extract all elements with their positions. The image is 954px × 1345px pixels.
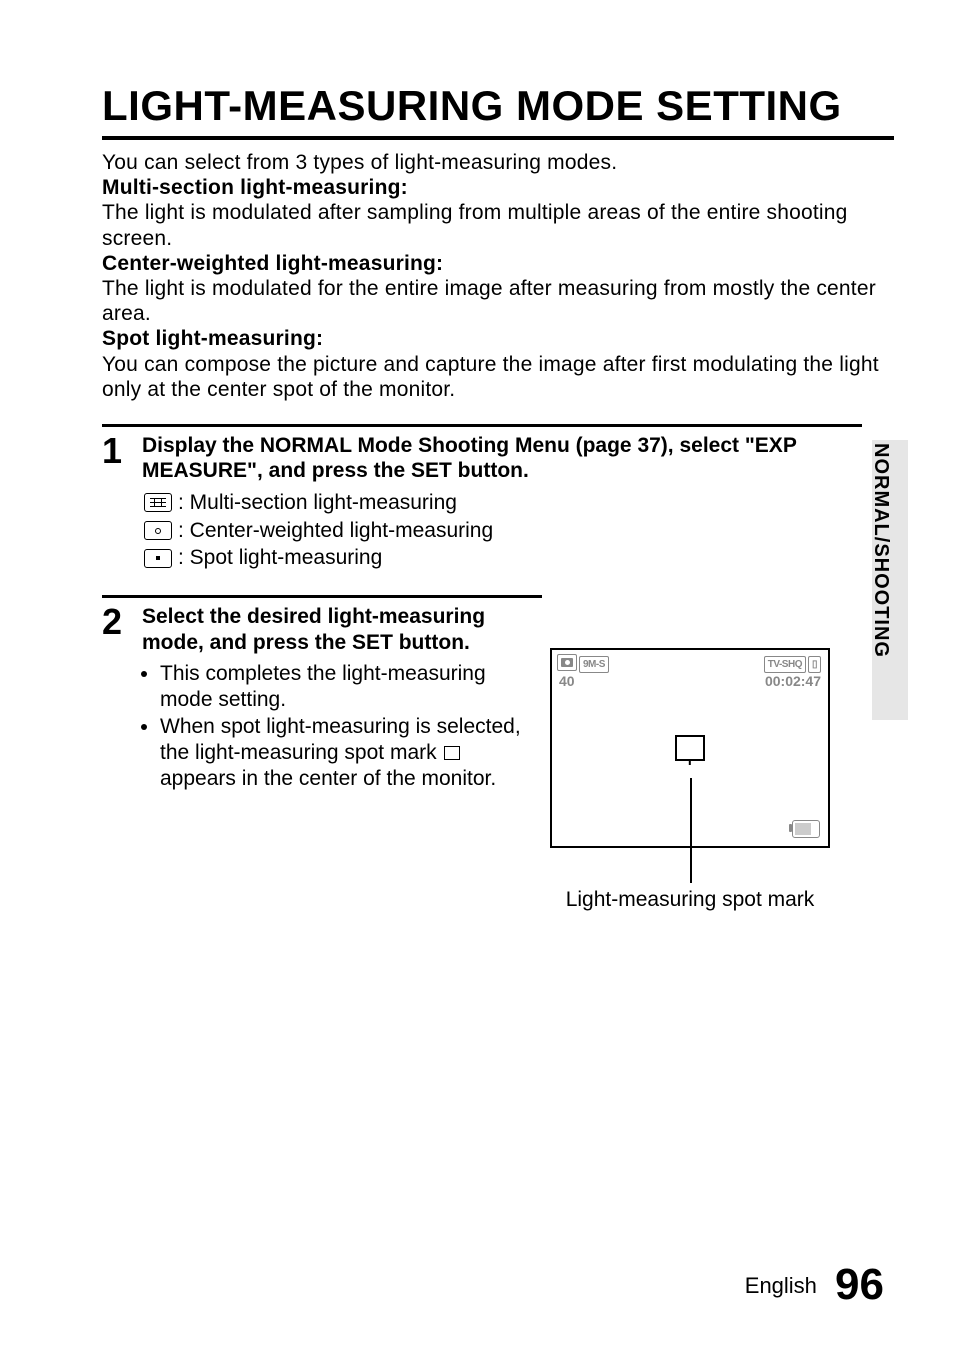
title-rule	[102, 136, 894, 140]
page-number: 96	[835, 1260, 884, 1309]
lcd-count: 40	[559, 673, 575, 689]
page-footer: English 96	[745, 1260, 884, 1310]
mode-spot-desc: You can compose the picture and capture …	[102, 352, 894, 402]
lcd-figure: 9M-S TV-SHQ ▯ 40 00:02:47 Light-measuring…	[550, 648, 830, 912]
callout-line	[690, 778, 692, 883]
page-title: LIGHT-MEASURING MODE SETTING	[102, 82, 894, 130]
lcd-res-chip: 9M-S	[579, 656, 609, 673]
mode-center-heading: Center-weighted light-measuring:	[102, 251, 894, 276]
footer-language: English	[745, 1273, 817, 1298]
step-2-bullet-1: This completes the light-measuring mode …	[160, 661, 542, 712]
icon-colon-2: :	[178, 518, 190, 544]
lcd-mode-chip: TV-SHQ	[764, 656, 806, 673]
step-2-bullet-2: When spot light-measuring is selected, t…	[160, 714, 542, 791]
lcd-callout-label: Light-measuring spot mark	[550, 888, 830, 912]
intro-block: You can select from 3 types of light-mea…	[102, 150, 894, 402]
metering-center-icon	[142, 521, 174, 540]
mode-center-desc: The light is modulated for the entire im…	[102, 276, 894, 326]
step-1-icon-center-label: Center-weighted light-measuring	[190, 518, 494, 544]
step-1-heading: Display the NORMAL Mode Shooting Menu (p…	[142, 433, 862, 484]
mode-spot-heading: Spot light-measuring:	[102, 326, 894, 351]
step-2-bullets: This completes the light-measuring mode …	[142, 661, 542, 791]
lcd-camera-chip	[557, 654, 577, 671]
camera-icon	[561, 658, 573, 667]
step-2-number: 2	[102, 604, 142, 793]
step-2-bullet-2b: appears in the center of the monitor.	[160, 767, 496, 790]
step-1-icon-multi-label: Multi-section light-measuring	[190, 490, 457, 516]
lcd-mode-label: TV-SHQ	[768, 659, 802, 670]
icon-colon-1: :	[178, 490, 190, 516]
step-1-number: 1	[102, 433, 142, 573]
lcd-card-chip: ▯	[808, 656, 821, 673]
mode-multi-heading: Multi-section light-measuring:	[102, 175, 894, 200]
metering-spot-icon	[142, 549, 174, 568]
mode-multi-desc: The light is modulated after sampling fr…	[102, 200, 894, 250]
intro-line: You can select from 3 types of light-mea…	[102, 150, 894, 175]
step-2: 2 Select the desired light-measuring mod…	[102, 595, 542, 793]
lcd-spot-mark	[675, 735, 705, 761]
icon-colon-3: :	[178, 545, 190, 571]
side-tab: NORMAL/SHOOTING	[869, 443, 892, 658]
step-1: 1 Display the NORMAL Mode Shooting Menu …	[102, 424, 862, 573]
step-1-icon-spot-label: Spot light-measuring	[190, 545, 383, 571]
metering-grid-icon	[142, 493, 174, 512]
spot-mark-inline-icon	[444, 746, 460, 760]
lcd-time: 00:02:47	[765, 673, 821, 689]
battery-icon	[792, 820, 820, 838]
step-2-bullet-2a: When spot light-measuring is selected, t…	[160, 715, 521, 764]
step-2-heading: Select the desired light-measuring mode,…	[142, 604, 542, 655]
